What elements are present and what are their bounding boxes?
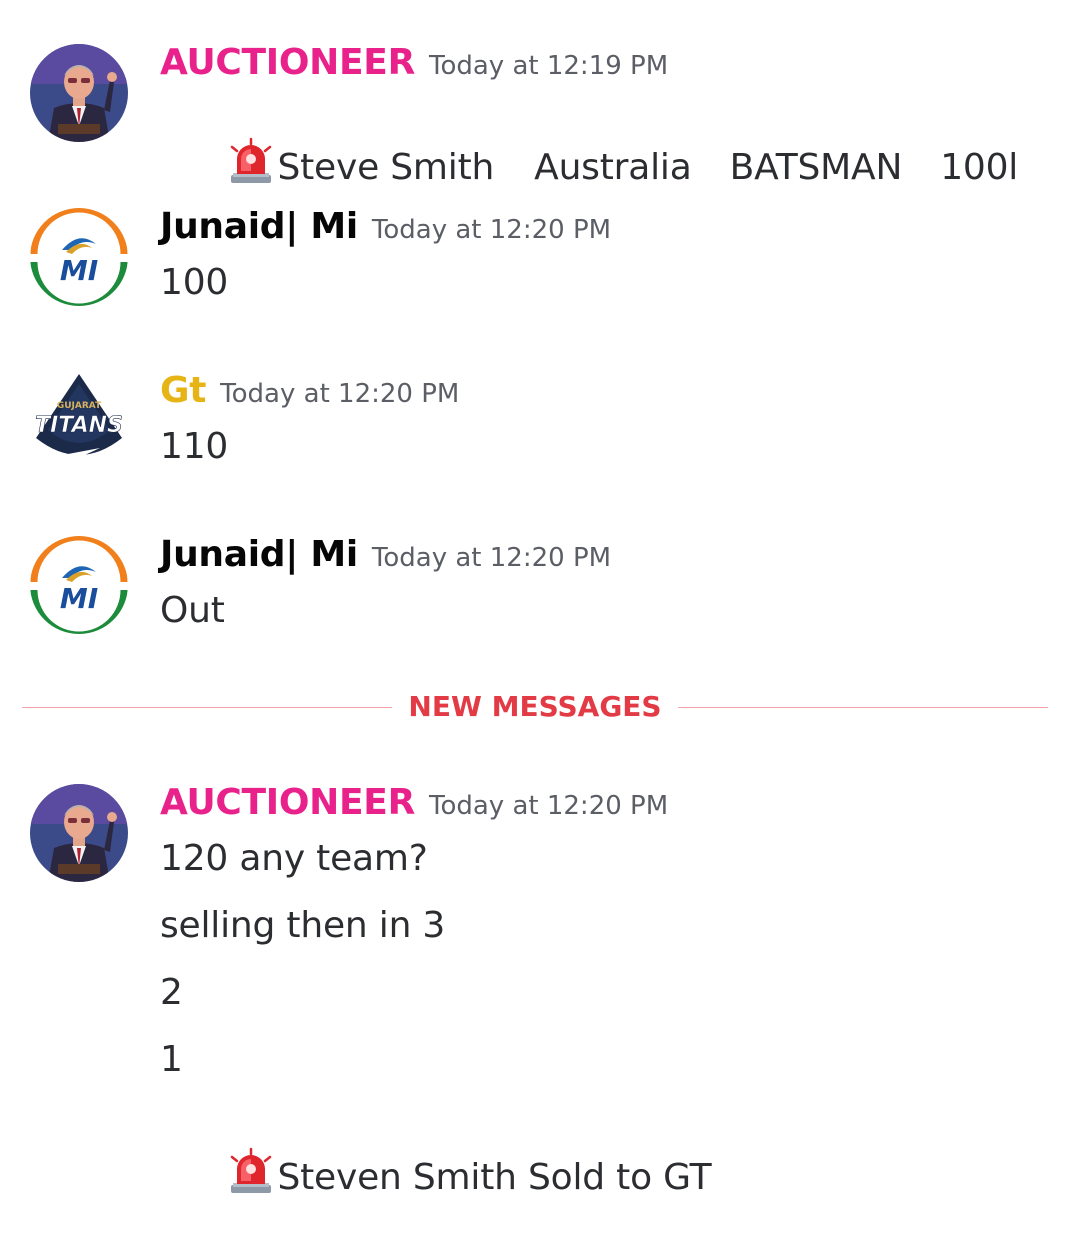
- author-name[interactable]: Junaid| Mi: [160, 206, 358, 247]
- new-messages-divider: NEW MESSAGES: [22, 690, 1048, 724]
- author-name[interactable]: Gt: [160, 370, 206, 411]
- base-price: 100l: [940, 147, 1019, 188]
- rotating-light-icon: [227, 1147, 275, 1195]
- player-country: Australia: [534, 147, 692, 188]
- gujarat-titans-logo[interactable]: GUJARAT TITANS: [30, 372, 128, 470]
- svg-text:GUJARAT: GUJARAT: [57, 401, 102, 411]
- message-line: Out: [160, 590, 225, 631]
- author-name[interactable]: AUCTIONEER: [160, 42, 415, 83]
- timestamp: Today at 12:19 PM: [429, 51, 669, 81]
- timestamp: Today at 12:20 PM: [371, 215, 612, 245]
- message-line: 100: [160, 262, 229, 303]
- message-line: 120 any team?: [160, 838, 428, 879]
- mumbai-indians-logo[interactable]: [30, 536, 128, 634]
- rotating-light-icon: [227, 137, 275, 185]
- message-line: Steven Smith Sold to GT: [160, 1106, 712, 1239]
- message-line: 1: [160, 1039, 183, 1080]
- new-messages-label: NEW MESSAGES: [408, 690, 662, 723]
- auctioneer-avatar[interactable]: [30, 784, 128, 882]
- timestamp: Today at 12:20 PM: [220, 379, 460, 409]
- sold-announcement: Steven Smith Sold to GT: [277, 1157, 712, 1198]
- mumbai-indians-logo[interactable]: [30, 208, 128, 306]
- timestamp: Today at 12:20 PM: [371, 543, 612, 573]
- message-line: selling then in 3: [160, 905, 446, 946]
- svg-text:TITANS: TITANS: [35, 413, 123, 438]
- timestamp: Today at 12:20 PM: [429, 791, 669, 821]
- message-line: 2: [160, 972, 183, 1013]
- auctioneer-avatar[interactable]: [30, 44, 128, 142]
- author-name[interactable]: Junaid| Mi: [160, 534, 358, 575]
- message-feed: AUCTIONEER Today at 12:19 PM Steve Smith A…: [0, 0, 1070, 1200]
- author-name[interactable]: AUCTIONEER: [160, 782, 415, 823]
- player-name: Steve Smith: [277, 147, 495, 188]
- message-line: 110: [160, 426, 229, 467]
- player-role: BATSMAN: [729, 147, 903, 188]
